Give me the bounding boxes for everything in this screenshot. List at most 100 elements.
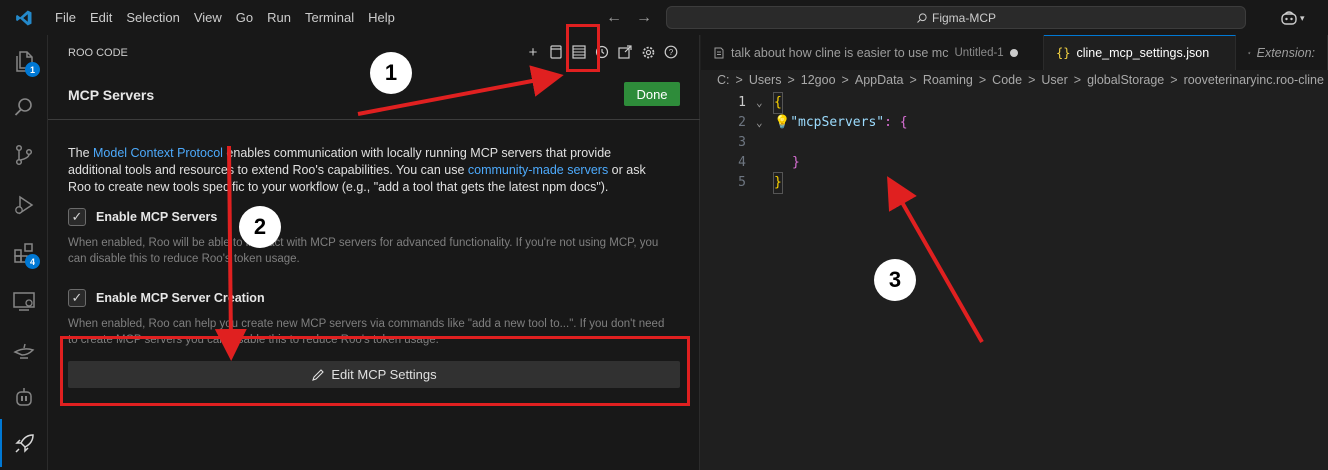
code-text: } — [773, 172, 783, 194]
breadcrumb-sep: > — [1073, 73, 1082, 87]
explorer-badge: 1 — [25, 62, 40, 77]
enable-mcp-servers-checkbox[interactable]: ✓ — [68, 208, 86, 226]
breadcrumb-sep: > — [841, 73, 849, 87]
title-bar: File Edit Selection View Go Run Terminal… — [0, 0, 1328, 35]
breadcrumb: C: > Users > 12goo > AppData > Roaming >… — [717, 73, 1328, 87]
code-text: } — [792, 155, 800, 170]
done-button[interactable]: Done — [624, 82, 680, 106]
enable-mcp-creation-checkbox[interactable]: ✓ — [68, 289, 86, 307]
enable-mcp-servers-label: Enable MCP Servers — [96, 210, 218, 224]
tab-label: cline_mcp_settings.json — [1076, 46, 1210, 60]
lamp-icon[interactable] — [0, 325, 48, 373]
robot-icon[interactable] — [0, 373, 48, 421]
json-icon: {} — [1056, 46, 1071, 60]
breadcrumb-sep: > — [735, 73, 743, 87]
menu-file[interactable]: File — [48, 0, 83, 35]
nav-arrows: ← → — [606, 0, 652, 35]
svg-text:?: ? — [669, 48, 674, 57]
code-line: 3 — [701, 133, 1328, 153]
code-editor[interactable]: 1 ⌄ { 2 ⌄ 💡"mcpServers": { 3 4 } 5 } — [701, 92, 1328, 194]
command-center-search[interactable]: Figma-MCP — [666, 6, 1246, 29]
enable-mcp-servers-row: ✓ Enable MCP Servers — [68, 208, 217, 226]
help-icon[interactable]: ? — [663, 43, 679, 61]
breadcrumb-item[interactable]: User — [1041, 73, 1067, 87]
menu-view[interactable]: View — [187, 0, 229, 35]
breadcrumb-item[interactable]: AppData — [855, 73, 904, 87]
activity-bar: 1 4 — [0, 35, 48, 470]
search-text: Figma-MCP — [931, 10, 996, 25]
menu-terminal[interactable]: Terminal — [298, 0, 361, 35]
breadcrumb-item[interactable]: rooveterinaryinc.roo-cline — [1184, 73, 1324, 87]
annotation-marker-1: 1 — [370, 52, 412, 94]
menu-selection[interactable]: Selection — [119, 0, 186, 35]
tab-extension[interactable]: Extension: — [1236, 35, 1328, 70]
menu-run[interactable]: Run — [260, 0, 298, 35]
line-number: 4 — [738, 155, 746, 170]
annotation-box-mcp-icon — [566, 24, 600, 72]
back-arrow-icon[interactable]: ← — [606, 9, 622, 27]
editor-area: talk about how cline is easier to use mc… — [701, 35, 1328, 470]
prompts-icon[interactable] — [548, 43, 564, 61]
tab-untitled[interactable]: talk about how cline is easier to use mc… — [701, 35, 1044, 70]
forward-arrow-icon[interactable]: → — [636, 9, 652, 27]
code-text: { — [773, 92, 783, 114]
breadcrumb-sep: > — [1170, 73, 1178, 87]
breadcrumb-sep: > — [978, 73, 987, 87]
line-number: 2 — [738, 115, 746, 130]
enable-mcp-servers-desc: When enabled, Roo will be able to intera… — [68, 237, 659, 265]
community-servers-link[interactable]: community-made servers — [468, 163, 608, 177]
tab-description: Untitled-1 — [954, 46, 1004, 59]
explorer-icon[interactable]: 1 — [0, 37, 48, 85]
menu-help[interactable]: Help — [361, 0, 402, 35]
unsaved-dot-icon[interactable] — [1009, 48, 1018, 57]
copilot-icon[interactable]: ▾ — [1280, 7, 1314, 29]
fold-chevron-icon[interactable]: ⌄ — [756, 93, 763, 113]
enable-mcp-creation-row: ✓ Enable MCP Server Creation — [68, 289, 265, 307]
editor-tabs: talk about how cline is easier to use mc… — [701, 35, 1328, 70]
search-view-icon[interactable] — [0, 83, 48, 131]
source-control-icon[interactable] — [0, 131, 48, 179]
model-context-protocol-link[interactable]: Model Context Protocol — [93, 146, 223, 160]
code-line: 4 } — [701, 153, 1328, 173]
extensions-icon — [1248, 51, 1251, 54]
menu-edit[interactable]: Edit — [83, 0, 119, 35]
code-line: 2 ⌄ 💡"mcpServers": { — [701, 113, 1328, 133]
page-title: MCP Servers — [68, 87, 155, 103]
menu-go[interactable]: Go — [229, 0, 260, 35]
file-icon — [714, 47, 724, 58]
breadcrumb-item[interactable]: Roaming — [923, 73, 973, 87]
breadcrumb-item[interactable]: globalStorage — [1087, 73, 1164, 87]
annotation-marker-3: 3 — [874, 259, 916, 301]
annotation-marker-2: 2 — [239, 206, 281, 248]
code-line: 1 ⌄ { — [701, 92, 1328, 114]
plus-icon[interactable]: + — [525, 43, 541, 61]
extensions-icon[interactable]: 4 — [0, 229, 48, 277]
lightbulb-icon[interactable]: 💡 — [774, 115, 790, 130]
fold-chevron-icon[interactable]: ⌄ — [756, 113, 763, 133]
popout-icon[interactable] — [617, 43, 633, 61]
breadcrumb-item[interactable]: Code — [992, 73, 1022, 87]
enable-mcp-creation-label: Enable MCP Server Creation — [96, 291, 265, 305]
breadcrumb-sep: > — [909, 73, 917, 87]
line-number: 1 — [738, 95, 746, 110]
panel-title: ROO CODE — [68, 47, 128, 59]
panel-actions: + ? — [525, 43, 679, 61]
roo-rocket-icon[interactable] — [0, 419, 48, 467]
line-number: 5 — [738, 175, 746, 190]
search-icon — [917, 12, 927, 23]
run-debug-icon[interactable] — [0, 181, 48, 229]
breadcrumb-item[interactable]: Users — [749, 73, 782, 87]
intro-text: The Model Context Protocol enables commu… — [68, 146, 646, 194]
line-number: 3 — [738, 135, 746, 150]
gear-icon[interactable] — [640, 43, 656, 61]
extensions-badge: 4 — [25, 254, 40, 269]
tab-label: talk about how cline is easier to use mc — [731, 45, 949, 60]
breadcrumb-item[interactable]: C: — [717, 73, 730, 87]
annotation-box-edit-settings — [60, 336, 690, 406]
breadcrumb-sep: > — [1028, 73, 1036, 87]
code-text: 💡"mcpServers": { — [774, 115, 908, 130]
vscode-logo-icon — [0, 0, 48, 35]
remote-explorer-icon[interactable] — [0, 277, 48, 325]
tab-cline-mcp-settings[interactable]: {} cline_mcp_settings.json — [1044, 35, 1236, 70]
breadcrumb-item[interactable]: 12goo — [801, 73, 836, 87]
